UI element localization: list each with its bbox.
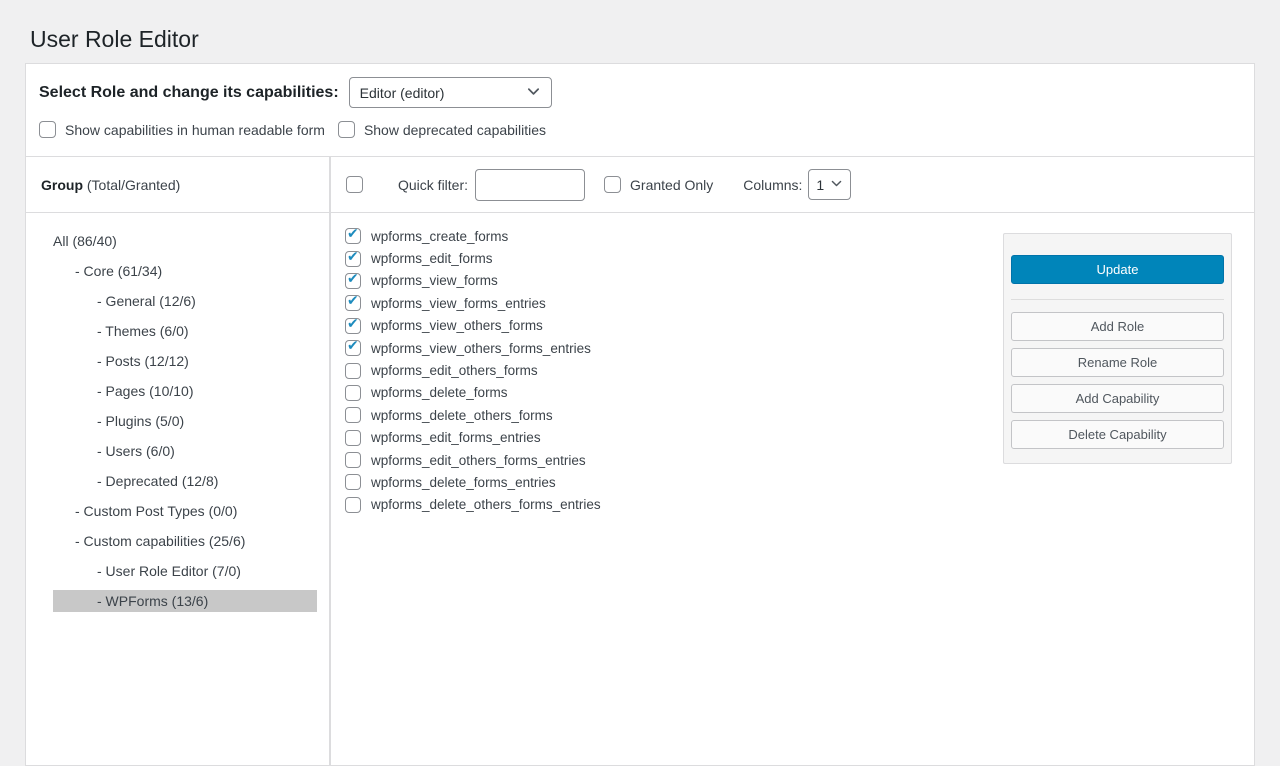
group-tree-item[interactable]: - Custom capabilities (25/6): [53, 530, 317, 552]
page-title: User Role Editor: [0, 0, 1280, 54]
rename-role-button[interactable]: Rename Role: [1011, 348, 1224, 377]
capability-checkbox[interactable]: [345, 340, 361, 356]
capability-checkbox[interactable]: [345, 318, 361, 334]
filter-bar: Quick filter: Granted Only Columns: 1: [331, 157, 1254, 212]
capability-label[interactable]: wpforms_view_forms_entries: [371, 296, 546, 311]
add-role-button[interactable]: Add Role: [1011, 312, 1224, 341]
group-tree-item-label: - Custom Post Types (0/0): [75, 503, 237, 519]
capability-label[interactable]: wpforms_view_others_forms_entries: [371, 341, 591, 356]
role-select[interactable]: Editor (editor): [349, 77, 552, 108]
group-tree-item-label: - User Role Editor (7/0): [97, 563, 241, 579]
group-tree-item[interactable]: - Themes (6/0): [53, 320, 317, 342]
group-tree-item-label: - Posts (12/12): [97, 353, 189, 369]
capability-label[interactable]: wpforms_edit_others_forms: [371, 363, 538, 378]
capability-label[interactable]: wpforms_create_forms: [371, 229, 508, 244]
capabilities-area: wpforms_create_forms wpforms_edit_forms …: [331, 213, 1254, 766]
capability-checkbox[interactable]: [345, 295, 361, 311]
select-all-checkbox[interactable]: [346, 176, 363, 193]
chevron-down-icon: [526, 84, 541, 102]
list-headers: Group (Total/Granted) Quick filter: Gran…: [26, 157, 1254, 213]
add-capability-button[interactable]: Add Capability: [1011, 384, 1224, 413]
capability-label[interactable]: wpforms_edit_forms: [371, 251, 493, 266]
capability-checkbox[interactable]: [345, 474, 361, 490]
columns-label: Columns:: [743, 177, 802, 193]
group-tree-item-label: - Plugins (5/0): [97, 413, 184, 429]
chevron-down-icon: [830, 177, 843, 193]
group-tree-item[interactable]: - Custom Post Types (0/0): [53, 500, 317, 522]
group-tree-item-label: - Custom capabilities (25/6): [75, 533, 245, 549]
capability-label[interactable]: wpforms_delete_others_forms_entries: [371, 497, 601, 512]
human-readable-checkbox[interactable]: [39, 121, 56, 138]
capability-label[interactable]: wpforms_delete_forms_entries: [371, 475, 556, 490]
group-tree-item[interactable]: - User Role Editor (7/0): [53, 560, 317, 582]
group-tree-item[interactable]: - Plugins (5/0): [53, 410, 317, 432]
capability-checkbox[interactable]: [345, 407, 361, 423]
group-tree-item[interactable]: - WPForms (13/6): [53, 590, 317, 612]
group-tree-item[interactable]: - Pages (10/10): [53, 380, 317, 402]
capability-label[interactable]: wpforms_delete_others_forms: [371, 408, 553, 423]
group-tree-item-label: - Users (6/0): [97, 443, 175, 459]
capability-label[interactable]: wpforms_view_forms: [371, 273, 498, 288]
capability-checkbox[interactable]: [345, 228, 361, 244]
capability-row: wpforms_delete_others_forms_entries: [345, 494, 1254, 516]
actions-divider: [1011, 299, 1224, 300]
group-tree-item-label: - Pages (10/10): [97, 383, 194, 399]
deprecated-checkbox[interactable]: [338, 121, 355, 138]
granted-only-checkbox[interactable]: [604, 176, 621, 193]
group-tree-item[interactable]: - General (12/6): [53, 290, 317, 312]
granted-only-label: Granted Only: [630, 177, 713, 193]
group-tree-item[interactable]: - Users (6/0): [53, 440, 317, 462]
group-tree-item[interactable]: All (86/40): [53, 230, 317, 252]
group-tree-item-label: - Deprecated (12/8): [97, 473, 218, 489]
quick-filter-input[interactable]: [475, 169, 585, 201]
select-role-label: Select Role and change its capabilities:: [39, 84, 339, 102]
capability-row: wpforms_delete_forms_entries: [345, 471, 1254, 493]
capability-checkbox[interactable]: [345, 497, 361, 513]
role-select-value: Editor (editor): [360, 85, 445, 101]
group-tree: All (86/40) - Core (61/34) - General (12/6…: [26, 213, 331, 766]
deprecated-label[interactable]: Show deprecated capabilities: [364, 122, 546, 138]
capability-checkbox[interactable]: [345, 430, 361, 446]
group-tree-item-label: - Themes (6/0): [97, 323, 189, 339]
actions-panel: Update Add Role Rename Role Add Capabili…: [1003, 233, 1232, 464]
role-section: Select Role and change its capabilities:…: [26, 64, 1254, 157]
capability-checkbox[interactable]: [345, 363, 361, 379]
group-header-rest: (Total/Granted): [83, 177, 180, 193]
user-role-editor-panel: Select Role and change its capabilities:…: [25, 63, 1255, 766]
capability-checkbox[interactable]: [345, 273, 361, 289]
group-header-bold: Group: [41, 177, 83, 193]
group-tree-item-label: - Core (61/34): [75, 263, 162, 279]
group-tree-item-label: - WPForms (13/6): [97, 593, 208, 609]
capability-checkbox[interactable]: [345, 452, 361, 468]
human-readable-label[interactable]: Show capabilities in human readable form: [65, 122, 325, 138]
capability-label[interactable]: wpforms_edit_forms_entries: [371, 430, 541, 445]
group-tree-item-label: All (86/40): [53, 233, 117, 249]
quick-filter-label: Quick filter:: [398, 177, 468, 193]
capability-label[interactable]: wpforms_view_others_forms: [371, 318, 543, 333]
group-header: Group (Total/Granted): [26, 157, 331, 212]
delete-capability-button[interactable]: Delete Capability: [1011, 420, 1224, 449]
group-tree-item[interactable]: - Posts (12/12): [53, 350, 317, 372]
capability-label[interactable]: wpforms_delete_forms: [371, 385, 508, 400]
capability-checkbox[interactable]: [345, 251, 361, 267]
group-tree-item-label: - General (12/6): [97, 293, 196, 309]
update-button[interactable]: Update: [1011, 255, 1224, 284]
columns-select[interactable]: 1: [808, 169, 851, 200]
group-tree-item[interactable]: - Core (61/34): [53, 260, 317, 282]
columns-select-value: 1: [816, 177, 824, 193]
capability-checkbox[interactable]: [345, 385, 361, 401]
group-tree-item[interactable]: - Deprecated (12/8): [53, 470, 317, 492]
capability-label[interactable]: wpforms_edit_others_forms_entries: [371, 453, 586, 468]
